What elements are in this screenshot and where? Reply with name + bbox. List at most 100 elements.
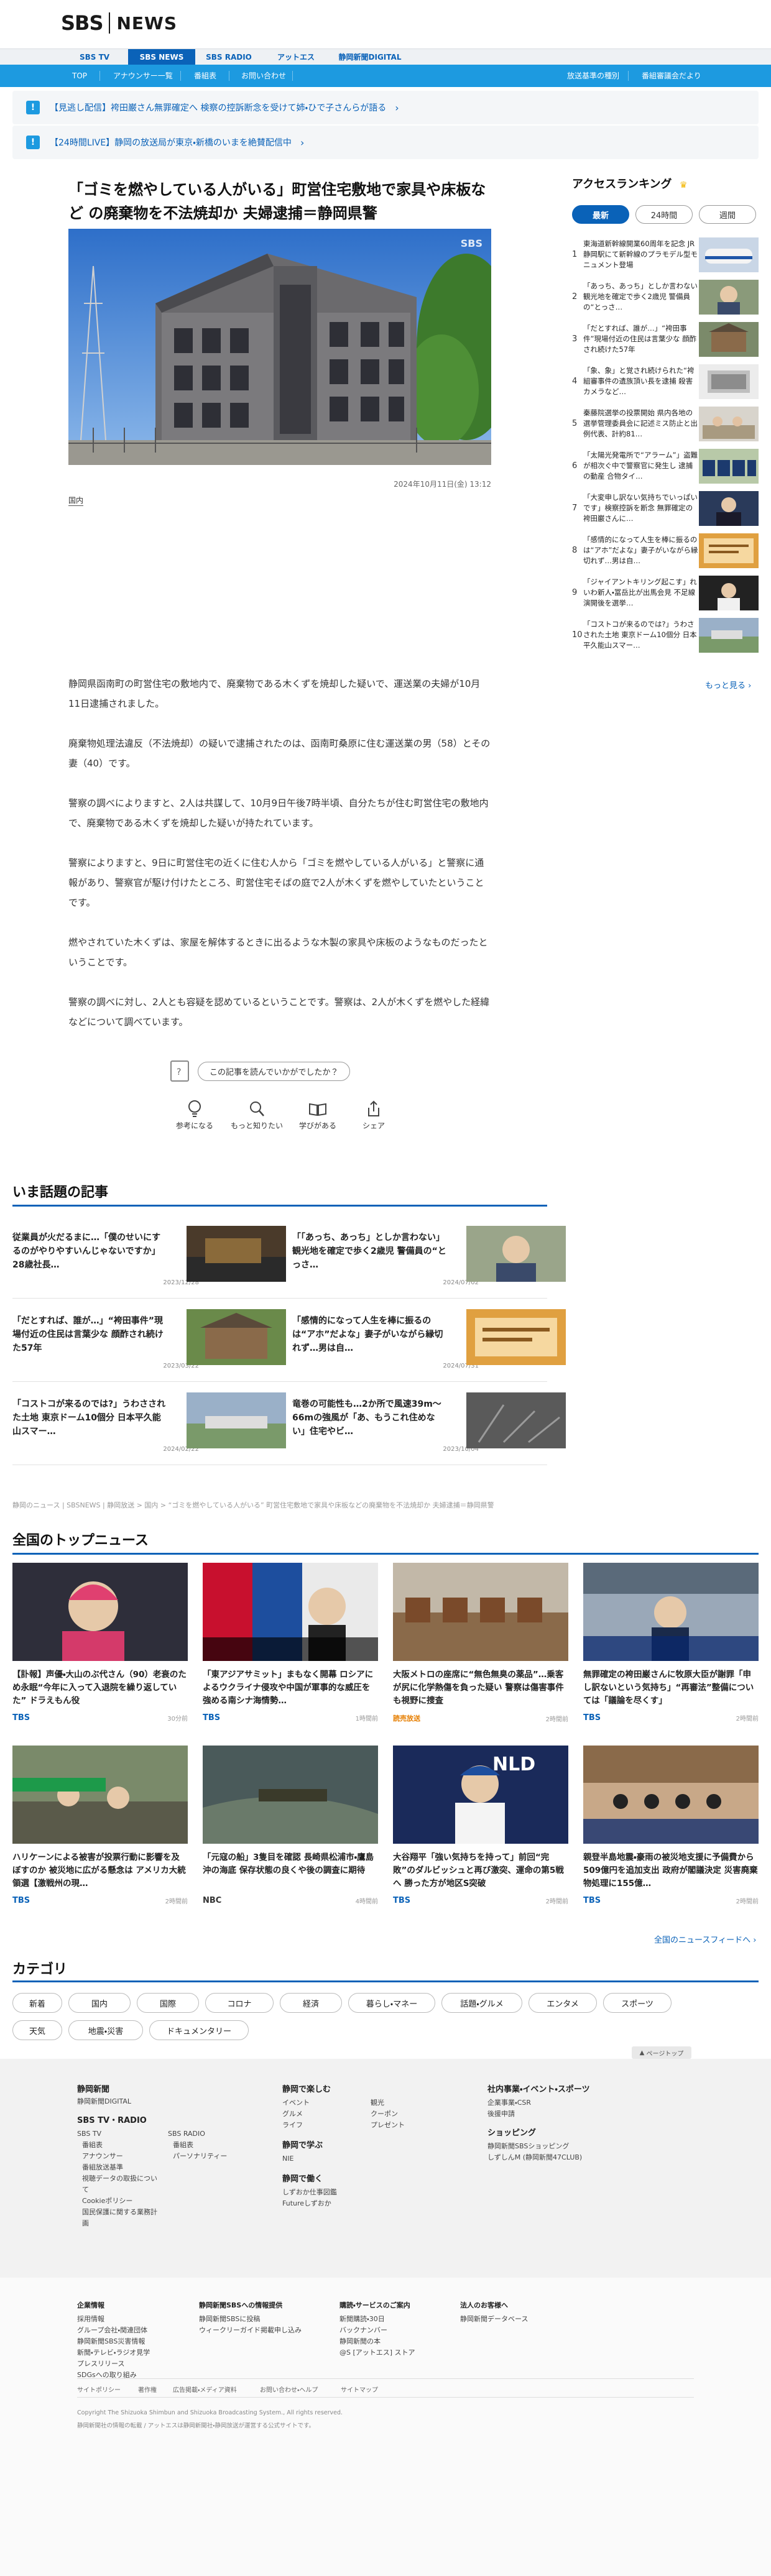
reaction-learning-button[interactable]: 学びがある (290, 1098, 346, 1131)
footer-link[interactable]: NIE (282, 2153, 293, 2164)
topnews-item[interactable]: 【訃報】声優・大山のぶ代さん（90）老衰のため永眠“今年に入って入退院を繰り返し… (12, 1563, 188, 1723)
reaction-want-more-button[interactable]: もっと知りたい (229, 1098, 285, 1131)
alert-banner[interactable]: ! 【24時間LIVE】静岡の放送局が東京・新橋のいまを絶賛配信中 › (12, 126, 759, 159)
footer-link[interactable]: 静岡新聞SBSショッピング (487, 2141, 569, 2152)
footer-link[interactable]: しずおか仕事図鑑 (282, 2187, 337, 2198)
topnews-item[interactable]: NLD 大谷翔平「強い気持ちを持って」前回“完敗”のダルビッシュと再び激突、運命… (393, 1746, 568, 1905)
footer-link[interactable]: Futureしずおか (282, 2198, 331, 2209)
subnav-broadcast-standards[interactable]: 放送基準の種別 (567, 65, 619, 87)
subnav-contact[interactable]: お問い合わせ (241, 65, 286, 87)
category-button[interactable]: エンタメ (529, 1993, 597, 2013)
footer-link[interactable]: 静岡新聞の本 (339, 2336, 381, 2347)
footer-link[interactable]: プレゼント (371, 2120, 405, 2131)
category-button[interactable]: 経済 (280, 1993, 342, 2013)
topnews-item[interactable]: 親登半島地震・豪雨の被災地支援に予備費から509億円を追加支出 政府が閣議決定 … (583, 1746, 759, 1905)
footer-link[interactable]: クーポン (371, 2109, 398, 2120)
category-button[interactable]: コロナ (205, 1993, 274, 2013)
topnews-item[interactable]: ハリケーンによる被害が投票行動に影響を及ぼすのか 被災地に広がる懸念は アメリカ… (12, 1746, 188, 1905)
ranking-tab-latest[interactable]: 最新 (572, 205, 629, 224)
footer-link[interactable]: 採用情報 (77, 2314, 104, 2325)
trending-item[interactable]: 従業員が火だるまに…「僕のせいにするのがやりやすいんじゃないですか」28歳社長…… (12, 1226, 286, 1294)
subnav-announcers[interactable]: アナウンサー一覧 (113, 65, 173, 87)
trending-item[interactable]: 「感情的になって人生を棒に振るのは“アホ”だよな」妻子がいながら縁切れず…男は自… (292, 1309, 566, 1378)
footer-link[interactable]: グループ会社・関連団体 (77, 2325, 147, 2336)
footer-link[interactable]: プレスリリース (77, 2358, 124, 2370)
footer-link[interactable]: Cookieポリシー (82, 2196, 132, 2207)
share-button[interactable]: シェア (346, 1098, 402, 1131)
footer-link[interactable]: 静岡新聞DIGITAL (77, 2096, 131, 2107)
topnews-more-link[interactable]: 全国のニュースフィードへ › (654, 1933, 756, 1945)
channel-sbs-news[interactable]: SBS NEWS (128, 49, 195, 65)
subnav-top[interactable]: TOP (72, 65, 87, 87)
ranking-item[interactable]: 4 「象、象」と覚され続けられた“袴組審事件の遺族頂い長を逮捕 殺害カメラなど… (572, 362, 759, 403)
ranking-item[interactable]: 10 「コストコが来るのでは?」うわさされた土地 東京ドーム10個分 日本平久能… (572, 615, 759, 656)
ranking-item[interactable]: 9 「ジャイアントキリング起こす」れいわ新人・冨岳比が出馬会見 不足線演開後を選… (572, 573, 759, 614)
ranking-tab-24h[interactable]: 24時間 (635, 205, 693, 224)
category-button[interactable]: 地震・災害 (68, 2020, 143, 2040)
ranking-item[interactable]: 2 「あっち、あっち」としか言わない 観光地を確定で歩く2歳児 警備員の“とっさ… (572, 277, 759, 318)
footer-bottom-link[interactable]: 広告掲載・メディア資料 (173, 2385, 237, 2394)
ranking-item[interactable]: 6 「太陽光発電所で“アラーム”」盗難が相次ぐ中で警察官に発生し 逮捕の動産 合… (572, 446, 759, 487)
subnav-council-report[interactable]: 番組審議会だより (642, 65, 701, 87)
footer-bottom-link[interactable]: サイトマップ (341, 2385, 378, 2394)
category-button[interactable]: 天気 (12, 2020, 62, 2040)
footer-bottom-link[interactable]: サイトポリシー (77, 2385, 121, 2394)
footer-link[interactable]: SBS RADIO (168, 2128, 205, 2140)
ranking-item[interactable]: 7 「大変申し訳ない気持ちでいっぱいです」検察控訴を断念 無罪確定の袴田巌さんに… (572, 489, 759, 530)
channel-shizushin-digital[interactable]: 静岡新聞DIGITAL (330, 49, 410, 65)
footer-link[interactable]: ウィークリーガイド掲載申し込み (199, 2325, 302, 2336)
footer-link[interactable]: 静岡新聞SBSに投稿 (199, 2314, 260, 2325)
footer-link[interactable]: アナウンサー (82, 2151, 123, 2162)
footer-link[interactable]: 国民保護に関する業務計画 (82, 2207, 163, 2229)
alert-banner[interactable]: ! 【見逃し配信】袴田巌さん無罪確定へ 検察の控訴断念を受けて姉・ひで子さんらが… (12, 91, 759, 124)
trending-item[interactable]: 「「あっち、あっち」としか言わない」観光地を確定で歩く2歳児 警備員の“とっさ…… (292, 1226, 566, 1294)
footer-bottom-link[interactable]: お問い合わせ・ヘルプ (260, 2385, 318, 2394)
trending-item[interactable]: 「だとすれば、誰が…」“袴田事件”現場付近の住民は言葉少な 顔酢され続けた57年… (12, 1309, 286, 1378)
channel-sbs-radio[interactable]: SBS RADIO (195, 49, 262, 65)
footer-link[interactable]: 静岡新聞SBS災害情報 (77, 2336, 145, 2347)
category-button[interactable]: 暮らし・マネー (348, 1993, 435, 2013)
footer-link[interactable]: しずしんM (静岡新聞47CLUB) (487, 2152, 582, 2163)
category-button[interactable]: 国際 (137, 1993, 199, 2013)
category-button[interactable]: スポーツ (603, 1993, 672, 2013)
category-button[interactable]: 新着 (12, 1993, 62, 2013)
category-button[interactable]: 話題・グルメ (441, 1993, 522, 2013)
reaction-helpful-button[interactable]: 参考になる (167, 1098, 223, 1131)
topnews-item[interactable]: 大阪メトロの座席に“無色無臭の薬品”…乗客が尻に化学熱傷を負った疑い 警察は傷害… (393, 1563, 568, 1723)
footer-link[interactable]: 後援申請 (487, 2109, 515, 2120)
footer-link[interactable]: SDGsへの取り組み (77, 2370, 137, 2381)
category-button[interactable]: 国内 (68, 1993, 131, 2013)
trending-item[interactable]: 竜巻の可能性も…2か所で風速39m〜66mの強風が「あ、もうこれ住めない」住宅や… (292, 1392, 566, 1461)
ranking-tab-weekly[interactable]: 週間 (699, 205, 756, 224)
footer-link[interactable]: 新聞購読・30日 (339, 2314, 385, 2325)
footer-link[interactable]: @S [アットエス] ストア (339, 2347, 415, 2358)
footer-link[interactable]: 企業事業・CSR (487, 2097, 531, 2109)
page-top-button[interactable]: ▲ ページトップ (632, 2046, 691, 2059)
subnav-program-guide[interactable]: 番組表 (194, 65, 216, 87)
footer-link[interactable]: 番組表 (173, 2140, 193, 2151)
ranking-item[interactable]: 8 「感情的になって人生を棒に振るのは“アホ”だよな」妻子がいながら縁切れず…男… (572, 531, 759, 572)
topnews-item[interactable]: 「元寇の船」3隻目を確認 長崎県松浦市・鷹島沖の海底 保存状態の良くや後の調査に… (203, 1746, 378, 1905)
footer-link[interactable]: パーソナリティー (173, 2151, 227, 2162)
ranking-item[interactable]: 3 「だとすれば、誰が…」“袴田事件”現場付近の住民は言葉少な 顔酢され続けた5… (572, 320, 759, 361)
footer-link[interactable]: グルメ (282, 2109, 303, 2120)
article-category[interactable]: 国内 (68, 495, 84, 506)
channel-sbs-tv[interactable]: SBS TV (61, 49, 128, 65)
footer-link[interactable]: 番組放送基準 (82, 2162, 123, 2173)
ranking-item[interactable]: 5 秦藤院選挙の投票開始 県内各地の選挙管理委員会に記述ミス防止と出例代表、計約… (572, 404, 759, 445)
footer-link[interactable]: SBS TV (77, 2128, 101, 2140)
ranking-more-link[interactable]: もっと見る › (705, 679, 751, 691)
footer-link[interactable]: バックナンバー (339, 2325, 387, 2336)
channel-at-s[interactable]: アットエス (262, 49, 330, 65)
footer-bottom-link[interactable]: 著作権 (138, 2385, 157, 2394)
footer-link[interactable]: 観光 (371, 2097, 384, 2109)
footer-link[interactable]: 視聴データの取扱について (82, 2173, 163, 2196)
topnews-item[interactable]: 「東アジアサミット」まもなく開幕 ロシアによるウクライナ侵攻や中国が軍事的な威圧… (203, 1563, 378, 1723)
footer-link[interactable]: 静岡新聞データベース (460, 2314, 528, 2325)
trending-item[interactable]: 「コストコが来るのでは?」うわさされた土地 東京ドーム10個分 日本平久能山スマ… (12, 1392, 286, 1461)
footer-link[interactable]: 番組表 (82, 2140, 103, 2151)
category-button[interactable]: ドキュメンタリー (149, 2020, 249, 2040)
site-logo[interactable]: SBS NEWS (61, 11, 177, 35)
ranking-item[interactable]: 1 東海道新幹線開業60周年を記念 JR静岡駅にて新幹線のプラモデル型モニュメン… (572, 235, 759, 276)
footer-link[interactable]: ライフ (282, 2120, 303, 2131)
